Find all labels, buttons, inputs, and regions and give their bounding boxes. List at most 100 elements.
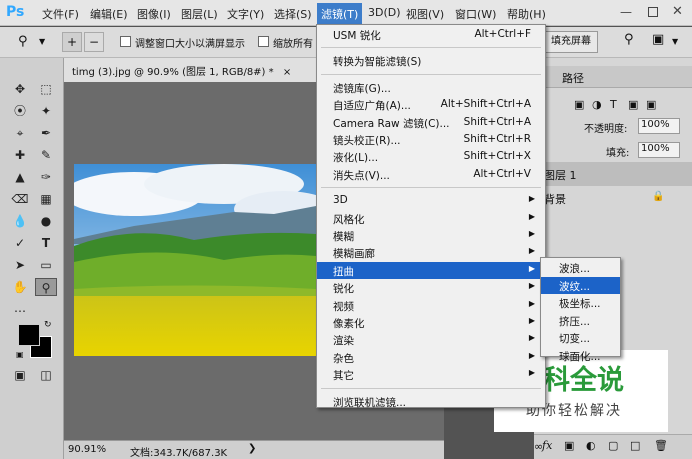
workspace-icon[interactable]: ▣ — [652, 32, 664, 47]
close-tab-icon[interactable]: × — [283, 67, 291, 78]
fill-field[interactable]: 100% — [638, 142, 680, 158]
close-window-icon[interactable]: ✕ — [672, 4, 683, 19]
lock-transparency-icon[interactable]: T — [610, 98, 617, 111]
workspace-chevron-icon[interactable]: ▼ — [672, 37, 678, 46]
screen-mode-icon[interactable]: ◫ — [35, 366, 57, 384]
menu-filter[interactable]: 滤镜(T) — [317, 3, 363, 25]
filter-menu-item[interactable]: 滤镜库(G)... — [317, 79, 545, 96]
blur-tool-icon[interactable]: 💧 — [9, 212, 31, 230]
search-icon[interactable]: ⚲ — [624, 32, 634, 47]
menu-image[interactable]: 图像(I) — [137, 6, 171, 22]
path-select-tool-icon[interactable]: ➤ — [9, 256, 31, 274]
lock-all-icon[interactable]: ▣ — [646, 98, 656, 111]
opacity-field[interactable]: 100% — [638, 118, 680, 134]
add-mask-icon[interactable]: ▣ — [564, 439, 574, 452]
filter-menu-item[interactable]: USM 锐化 Alt+Ctrl+F — [317, 26, 545, 43]
zoom-tool-icon[interactable]: ⚲ — [18, 34, 28, 49]
dodge-tool-icon[interactable]: ● — [35, 212, 57, 230]
menu-help[interactable]: 帮助(H) — [507, 6, 546, 22]
filter-menu-item[interactable]: Camera Raw 滤镜(C)... Shift+Ctrl+A — [317, 114, 545, 131]
menu-separator — [321, 387, 541, 389]
filter-menu-item[interactable]: 模糊画廊 ▶ — [317, 244, 545, 261]
stamp-tool-icon[interactable]: ▲ — [9, 168, 31, 186]
menu-layer[interactable]: 图层(L) — [181, 6, 218, 22]
zoom-in-icon[interactable]: + — [62, 32, 82, 52]
magic-wand-tool-icon[interactable]: ✦ — [35, 102, 57, 120]
crop-tool-icon[interactable]: ⌖ — [9, 124, 31, 142]
zoom-level[interactable]: 90.91% — [68, 444, 106, 455]
filter-menu-item[interactable]: 扭曲 ▶ — [317, 261, 545, 279]
zoom-out-icon[interactable]: − — [84, 32, 104, 52]
distort-submenu-item[interactable]: 极坐标... — [541, 294, 620, 311]
filter-menu-item[interactable]: 浏览联机滤镜... — [317, 393, 545, 410]
status-chevron-icon[interactable]: ❯ — [248, 443, 256, 454]
marquee-tool-icon[interactable]: ⬚ — [35, 80, 57, 98]
menu-window[interactable]: 窗口(W) — [455, 6, 496, 22]
swap-colors-icon[interactable]: ↻ — [44, 320, 52, 330]
filter-menu-item[interactable]: 模糊 ▶ — [317, 227, 545, 244]
distort-submenu-item[interactable]: 切变... — [541, 329, 620, 346]
layer-row[interactable]: 背景 🔒 — [534, 186, 692, 210]
filter-menu-item[interactable]: 视频 ▶ — [317, 297, 545, 314]
default-colors-icon[interactable]: ▣ — [16, 350, 24, 359]
fx-icon[interactable]: fx — [542, 439, 552, 452]
distort-submenu-item[interactable]: 波浪... — [541, 259, 620, 276]
filter-menu-item[interactable]: 自适应广角(A)... Alt+Shift+Ctrl+A — [317, 96, 545, 113]
menu-type[interactable]: 文字(Y) — [227, 6, 264, 22]
layer-row[interactable]: 图层 1 — [534, 162, 692, 186]
distort-submenu: 波浪... 波纹... 极坐标... 挤压... 切变... 球面化... — [540, 257, 621, 363]
eyedropper-tool-icon[interactable]: ✒ — [35, 124, 57, 142]
menu-file[interactable]: 文件(F) — [42, 6, 79, 22]
healing-tool-icon[interactable]: ✚ — [9, 146, 31, 164]
eraser-tool-icon[interactable]: ⌫ — [9, 190, 31, 208]
resize-windows-checkbox[interactable] — [120, 36, 131, 47]
filter-menu-item[interactable]: 风格化 ▶ — [317, 210, 545, 227]
zoom-all-checkbox[interactable] — [258, 36, 269, 47]
zoom-tool-selected-icon[interactable]: ⚲ — [35, 278, 57, 296]
adjustment-layer-icon[interactable]: ◐ — [586, 439, 596, 452]
menu-select[interactable]: 选择(S) — [274, 6, 312, 22]
menu-edit[interactable]: 编辑(E) — [90, 6, 128, 22]
lock-position-icon[interactable]: ◑ — [592, 98, 602, 111]
distort-submenu-item[interactable]: 挤压... — [541, 312, 620, 329]
filter-menu-item[interactable]: 消失点(V)... Alt+Ctrl+V — [317, 166, 545, 183]
filter-menu-item[interactable]: 镜头校正(R)... Shift+Ctrl+R — [317, 131, 545, 148]
filter-menu-item[interactable]: 其它 ▶ — [317, 366, 545, 383]
document-tab[interactable]: timg (3).jpg @ 90.9% (图层 1, RGB/8#) * × — [64, 58, 320, 82]
lock-pixels-icon[interactable]: ▣ — [574, 98, 584, 111]
brush-tool-icon[interactable]: ✎ — [35, 146, 57, 164]
gradient-tool-icon[interactable]: ▦ — [35, 190, 57, 208]
distort-submenu-item[interactable]: 球面化... — [541, 347, 620, 364]
foreground-color-swatch[interactable] — [18, 324, 40, 346]
more-tools-icon[interactable]: ⋯ — [9, 302, 31, 320]
photoshop-logo: Ps — [6, 4, 25, 20]
menu-3d[interactable]: 3D(D) — [368, 6, 401, 19]
filter-menu-item[interactable]: 3D ▶ — [317, 192, 545, 209]
rectangle-tool-icon[interactable]: ▭ — [35, 256, 57, 274]
tool-preset-chevron-icon[interactable]: ▼ — [39, 37, 45, 46]
fill-screen-button[interactable]: 填充屏幕 — [544, 31, 598, 53]
filter-menu-item[interactable]: 像素化 ▶ — [317, 314, 545, 331]
filter-menu-item[interactable]: 渲染 ▶ — [317, 331, 545, 348]
new-group-icon[interactable]: ▢ — [608, 439, 618, 452]
new-layer-icon[interactable]: □ — [630, 439, 640, 452]
filter-menu-item[interactable]: 锐化 ▶ — [317, 279, 545, 296]
menu-view[interactable]: 视图(V) — [406, 6, 444, 22]
history-brush-tool-icon[interactable]: ✑ — [35, 168, 57, 186]
maximize-icon[interactable] — [648, 7, 658, 17]
minimize-icon[interactable]: — — [620, 5, 632, 19]
filter-menu-item[interactable]: 杂色 ▶ — [317, 349, 545, 366]
delete-layer-icon[interactable]: 🗑 — [654, 439, 668, 452]
hand-tool-icon[interactable]: ✋ — [9, 278, 31, 296]
distort-submenu-item[interactable]: 波纹... — [541, 276, 620, 294]
quick-mask-icon[interactable]: ▣ — [9, 366, 31, 384]
filter-menu-item[interactable]: 液化(L)... Shift+Ctrl+X — [317, 148, 545, 165]
pen-tool-icon[interactable]: ✓ — [9, 234, 31, 252]
move-tool-icon[interactable]: ✥ — [9, 80, 31, 98]
lock-artboard-icon[interactable]: ▣ — [628, 98, 638, 111]
type-tool-icon[interactable]: T — [35, 234, 57, 252]
filter-menu-item[interactable]: 转换为智能滤镜(S) — [317, 52, 545, 69]
layers-footer: ∞ fx ▣ ◐ ▢ □ 🗑 — [534, 434, 692, 459]
tab-paths[interactable]: 路径 — [562, 70, 584, 86]
lasso-tool-icon[interactable]: ⦿ — [9, 102, 31, 120]
